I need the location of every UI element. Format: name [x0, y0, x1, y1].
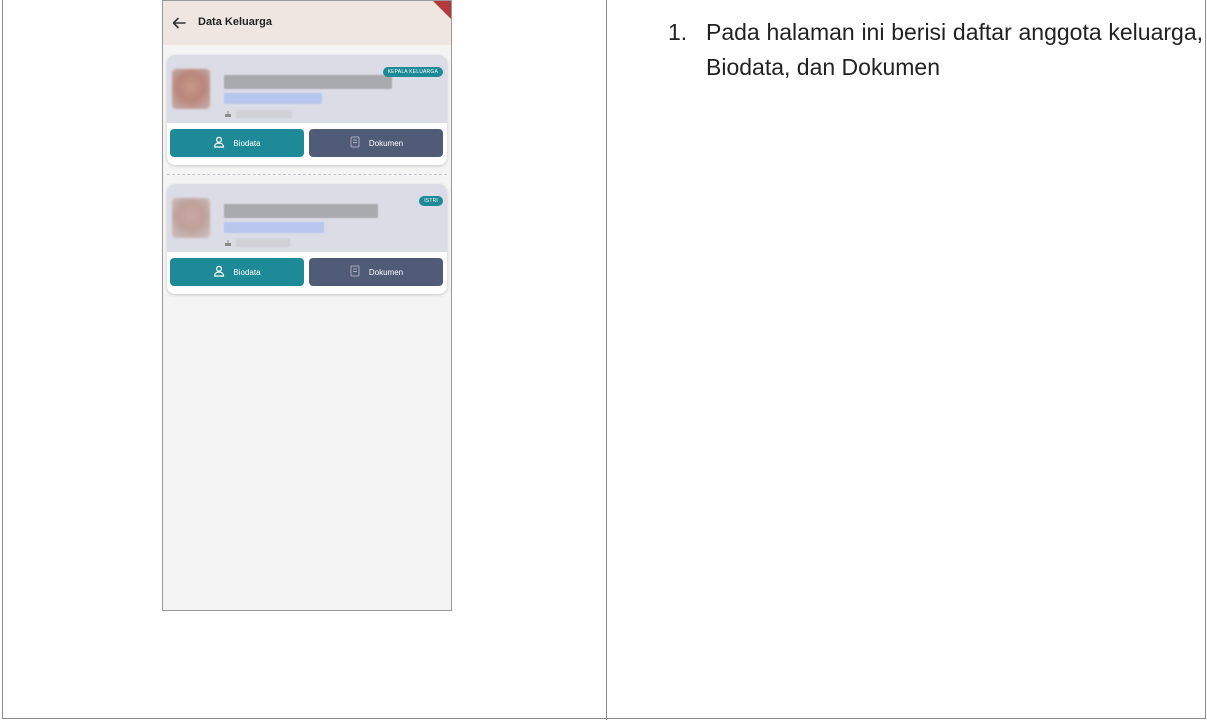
blurred-birth-date [236, 239, 290, 247]
dokumen-label: Dokumen [368, 138, 404, 148]
app-bar: Data Keluarga [163, 1, 451, 45]
dokumen-label: Dokumen [368, 267, 404, 277]
blurred-member-id [224, 93, 322, 104]
biodata-button[interactable]: Biodata [170, 258, 304, 286]
blurred-birth-date [236, 110, 292, 118]
cake-icon [224, 110, 232, 118]
avatar [172, 69, 210, 109]
table-column-divider [606, 0, 607, 720]
biodata-label: Biodata [233, 138, 261, 148]
dokumen-button[interactable]: Dokumen [309, 129, 443, 157]
blurred-member-id [224, 222, 324, 233]
cake-icon [224, 239, 232, 247]
dokumen-button[interactable]: Dokumen [309, 258, 443, 286]
person-icon [213, 265, 225, 279]
document-icon [349, 136, 361, 150]
member-card: KEPALA KELUARGA Biodata Dokumen [167, 55, 447, 165]
member-card: ISTRI Biodata Dokumen [167, 184, 447, 294]
instruction-list: 1. Pada halaman ini berisi daftar anggot… [668, 15, 1203, 85]
status-badge: KEPALA KELUARGA [382, 67, 443, 77]
biodata-button[interactable]: Biodata [170, 129, 304, 157]
back-arrow-icon[interactable] [171, 15, 187, 31]
member-info: KEPALA KELUARGA [167, 55, 447, 123]
blurred-member-name [224, 204, 378, 218]
member-info: ISTRI [167, 184, 447, 252]
avatar [172, 198, 210, 238]
document-icon [349, 265, 361, 279]
blurred-member-name [224, 75, 392, 89]
instruction-text: Pada halaman ini berisi daftar anggota k… [706, 19, 1203, 80]
instruction-number: 1. [668, 19, 688, 45]
card-separator [167, 174, 447, 175]
biodata-label: Biodata [233, 267, 261, 277]
person-icon [213, 136, 225, 150]
app-screenshot: Data Keluarga KEPALA KELUARGA Biodata Do… [162, 0, 452, 611]
debug-corner-ribbon [433, 1, 451, 19]
instruction-item: 1. Pada halaman ini berisi daftar anggot… [668, 15, 1203, 85]
status-badge: ISTRI [419, 196, 443, 206]
page-title: Data Keluarga [198, 16, 272, 28]
